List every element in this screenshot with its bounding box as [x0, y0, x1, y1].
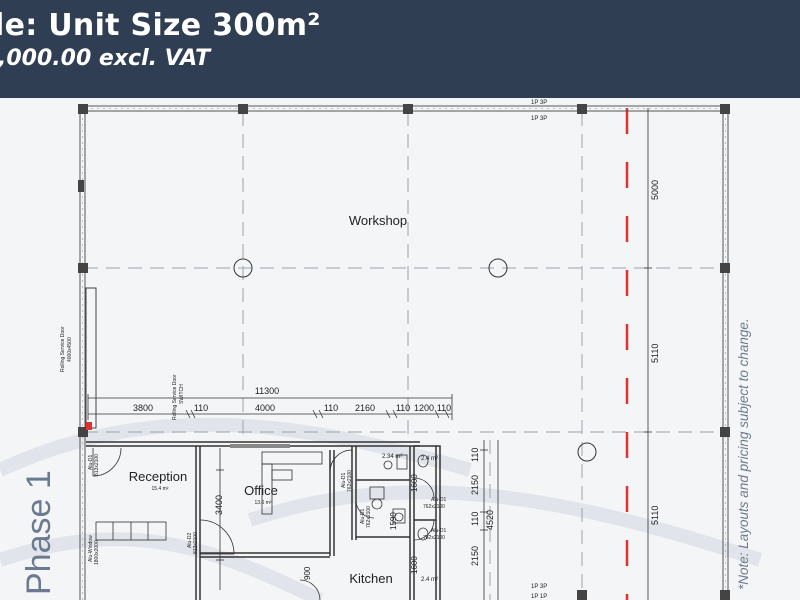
dim-seg-5: 2160	[355, 403, 375, 413]
dim-v-4520: 4520	[485, 510, 495, 530]
door-office-size: 813x2100	[193, 532, 199, 554]
dim-v-2150-bottom: 2150	[470, 546, 480, 566]
phase-label: Phase 1	[20, 470, 58, 595]
door-wc2-size: 762x2100	[366, 506, 372, 528]
window-size: 1800x2000	[94, 540, 100, 565]
reception-area: 15.4 m²	[152, 486, 169, 492]
workshop-label: Workshop	[349, 213, 407, 228]
dim-seg-8: 110	[437, 403, 451, 413]
reception-label: Reception	[129, 469, 188, 484]
grid-label-top: 1P 3P	[531, 100, 547, 106]
door-wc4-size: 762x2100	[423, 535, 445, 541]
dim-right-2: 5110	[650, 344, 660, 363]
dim-v-110-mid: 110	[470, 512, 480, 526]
door-wc3-size: 762x2100	[423, 504, 445, 510]
grid-label-bottom-2: 1P 1P	[531, 594, 547, 600]
dim-wc-1590: 1590	[389, 512, 398, 530]
header-banner: le: Unit Size 300m² ,000.00 excl. VAT	[0, 0, 800, 98]
dim-seg-6: 110	[396, 403, 410, 413]
office-area: 13.6 m²	[255, 500, 272, 506]
dim-right-1: 5000	[650, 180, 660, 200]
wc-area-top-left: 2.34 m²	[382, 454, 402, 460]
dim-total-width: 11300	[255, 386, 279, 396]
rolling-door-left-size: 4000x4500	[67, 337, 73, 362]
door-reception-size: 813x2100	[94, 454, 100, 476]
grid-label-bottom: 1P 3P	[531, 584, 547, 590]
wc-area-top-right: 2.4 m²	[421, 456, 438, 462]
dim-seg-2: 110	[194, 403, 208, 413]
dim-wc-1600-bottom: 1600	[410, 556, 419, 574]
wc-area-bottom: 2.4 m²	[421, 577, 438, 583]
rolling-door-switch-label: Rolling Service Door	[172, 374, 178, 420]
dim-right-3: 5110	[650, 506, 660, 525]
dim-v-110-top: 110	[470, 448, 480, 462]
dim-seg-7: 1200	[414, 403, 434, 413]
rolling-door-left-label: Rolling Service Door	[60, 326, 66, 372]
kitchen-label: Kitchen	[349, 571, 392, 586]
door-wc1-size: 762x2100	[347, 470, 353, 492]
office-label: Office	[244, 483, 278, 498]
price-text: ,000.00 excl. VAT	[0, 46, 211, 71]
unit-size-title: le: Unit Size 300m²	[0, 8, 321, 43]
grid-label-top-2: 1P 3P	[531, 116, 547, 122]
office-window	[230, 444, 290, 448]
dim-kitchen-900: 900	[303, 566, 312, 580]
dim-seg-3: 4000	[255, 403, 275, 413]
floor-plan: Rolling Service Door 4000x4500 1P 3P 1P …	[0, 100, 763, 600]
dim-wc-1600-top: 1600	[410, 474, 419, 492]
red-marker	[86, 422, 92, 430]
dim-v-2150-top: 2150	[470, 475, 480, 495]
rolling-door-left	[85, 287, 97, 429]
dim-seg-1: 3800	[133, 403, 153, 413]
door-wc4-label: Alu-D1	[431, 528, 447, 534]
dim-seg-4: 110	[324, 403, 338, 413]
dim-office-height: 3400	[214, 495, 224, 515]
door-wc3-label: Alu-D1	[431, 497, 447, 503]
layout-note: *Note: Layouts and pricing subject to ch…	[736, 318, 751, 590]
switch-label: SWITCH	[179, 384, 185, 404]
